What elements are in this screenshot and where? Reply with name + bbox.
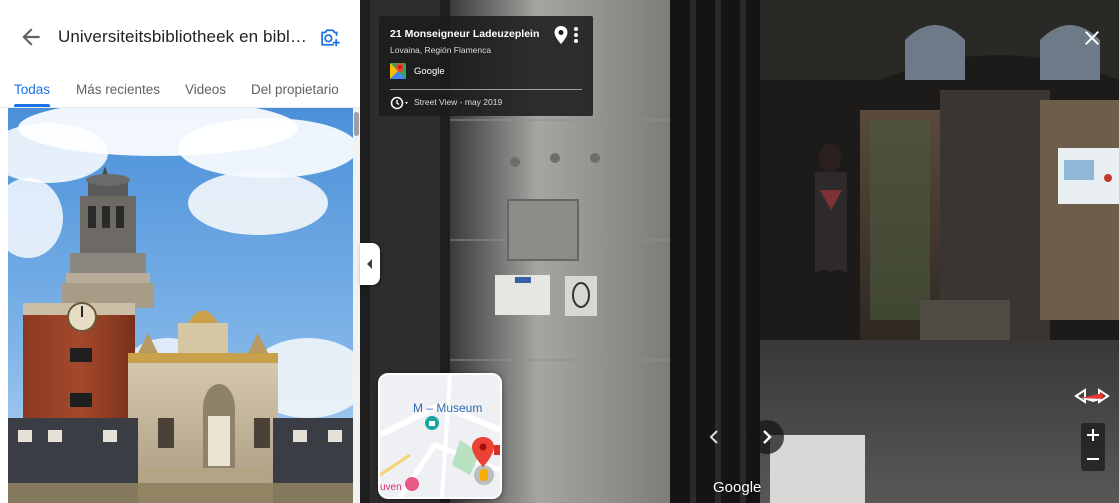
compass-icon <box>1074 388 1110 404</box>
chevron-right-icon <box>763 430 772 444</box>
plus-icon <box>1087 429 1099 441</box>
add-photo-button[interactable] <box>318 24 344 50</box>
zoom-out-button[interactable] <box>1081 447 1105 471</box>
locality-label: Lovaina, Región Flamenca <box>390 45 492 55</box>
zoom-in-button[interactable] <box>1081 423 1105 447</box>
compass-button[interactable] <box>1073 385 1111 407</box>
active-tab-indicator <box>14 104 50 107</box>
provider-label: Google <box>414 66 445 77</box>
minimap-poi-label: M – Museum <box>413 401 483 415</box>
street-view-info-card: 21 Monseigneur Ladeuzeplein Lovaina, Reg… <box>379 16 593 116</box>
next-image-button[interactable] <box>750 420 784 454</box>
history-dropdown-button[interactable] <box>390 96 414 110</box>
minimap-city-label: uven <box>380 482 402 493</box>
tab-del-propietario[interactable]: Del propietario <box>251 82 339 97</box>
minimap[interactable]: M – Museum uven <box>378 373 502 499</box>
photo-tabs: Todas Más recientes Videos Del propietar… <box>0 74 360 108</box>
pin-icon <box>554 26 568 44</box>
minus-icon <box>1087 458 1099 460</box>
more-options-button[interactable] <box>571 26 581 44</box>
collapse-panel-button[interactable] <box>360 243 380 285</box>
place-photo[interactable] <box>8 108 353 503</box>
tab-todas[interactable]: Todas <box>14 82 50 97</box>
arrow-back-icon <box>22 28 40 46</box>
close-street-view-button[interactable] <box>1080 26 1104 50</box>
chevron-left-icon <box>367 259 372 269</box>
card-divider <box>390 89 582 90</box>
zoom-control <box>1081 423 1105 471</box>
google-maps-logo-icon <box>390 63 406 79</box>
chevron-left-icon <box>709 430 718 444</box>
more-vert-icon <box>574 27 578 43</box>
previous-image-button[interactable] <box>702 422 726 452</box>
panel-header: Universiteitsbibliotheek en biblio... <box>0 0 360 74</box>
tab-videos[interactable]: Videos <box>185 82 226 97</box>
photo-panel: Universiteitsbibliotheek en biblio... To… <box>0 0 360 503</box>
photo-scrollbar[interactable] <box>353 108 360 503</box>
add-photo-icon <box>321 29 340 47</box>
place-title: Universiteitsbibliotheek en biblio... <box>58 27 308 46</box>
scrollbar-thumb[interactable] <box>354 112 359 136</box>
close-icon <box>1085 31 1099 45</box>
back-button[interactable] <box>18 24 44 50</box>
capture-date: Street View - may 2019 <box>414 97 503 107</box>
google-watermark: Google <box>713 479 762 496</box>
app-root: Universiteitsbibliotheek en biblio... To… <box>0 0 1119 503</box>
history-icon <box>390 96 408 110</box>
street-address: 21 Monseigneur Ladeuzeplein <box>390 28 540 40</box>
tab-mas-recientes[interactable]: Más recientes <box>76 82 160 97</box>
minimap-map <box>380 375 500 497</box>
show-on-map-button[interactable] <box>554 26 568 44</box>
